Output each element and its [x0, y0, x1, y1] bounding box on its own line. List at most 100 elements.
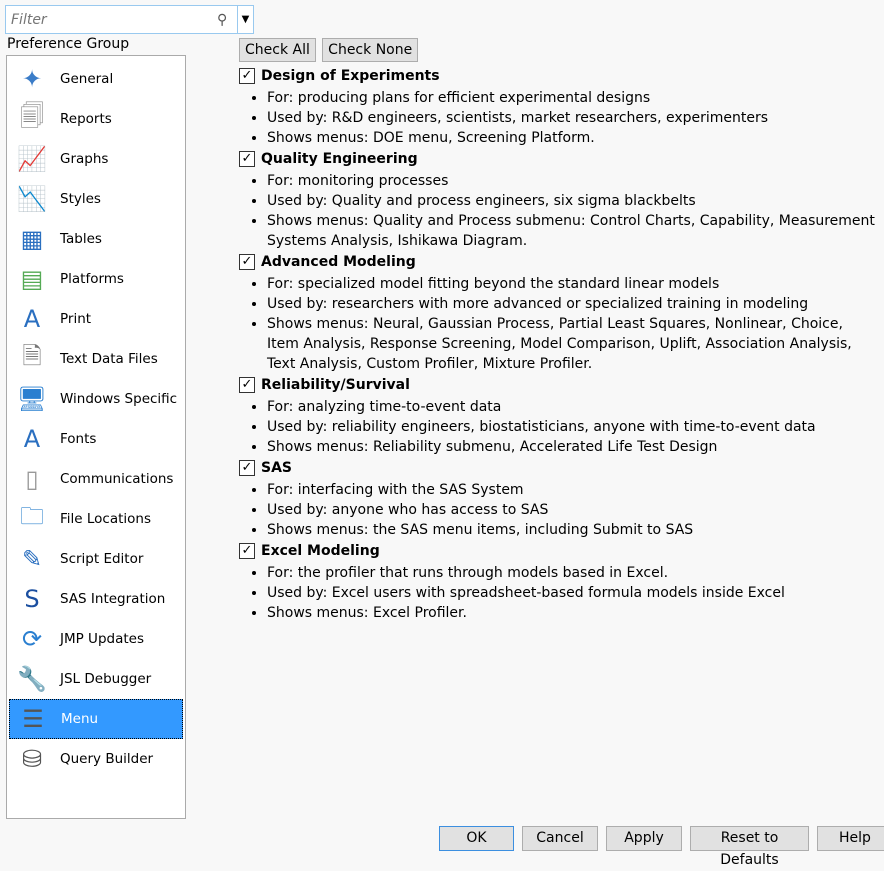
- reliability-survival-checkbox[interactable]: ✓: [239, 377, 255, 393]
- help-button[interactable]: Help: [817, 826, 884, 851]
- section-header: ✓ SAS: [239, 458, 879, 478]
- bullet-item: For: analyzing time-to-event data: [267, 397, 879, 417]
- graphs-icon: 📈: [17, 145, 47, 173]
- sidebar-item-label: Tables: [60, 231, 102, 247]
- sidebar-item-label: Print: [60, 311, 92, 327]
- file-locations-icon: 🗀: [20, 501, 44, 530]
- filter-box: ⚲ ▼: [5, 5, 254, 34]
- section-bullets: For: interfacing with the SAS SystemUsed…: [239, 480, 879, 540]
- sidebar-item-script-editor[interactable]: ✎ Script Editor: [9, 539, 183, 579]
- preference-group-list[interactable]: ✦ General 🗐 Reports 📈 Graphs 📉 Styles ▦ Tables ▤ Pl…: [6, 55, 186, 819]
- communications-icon: ▯: [25, 465, 39, 493]
- fonts-icon: A: [23, 425, 41, 453]
- section-title: Advanced Modeling: [261, 254, 416, 270]
- sidebar-item-label: SAS Integration: [60, 591, 166, 607]
- query-builder-icon: ⛁: [21, 745, 43, 773]
- sidebar-item-fonts[interactable]: A Fonts: [9, 419, 183, 459]
- section-header: ✓ Design of Experiments: [239, 66, 879, 86]
- apply-button[interactable]: Apply: [606, 826, 682, 851]
- sidebar-item-graphs[interactable]: 📈 Graphs: [9, 139, 183, 179]
- section-advanced-modeling: ✓ Advanced Modeling For: specialized model…: [239, 252, 879, 374]
- section-title: SAS: [261, 460, 293, 476]
- sidebar-item-label: Reports: [60, 111, 112, 127]
- section-bullets: For: specialized model fitting beyond th…: [239, 274, 879, 374]
- bullet-item: For: the profiler that runs through mode…: [267, 563, 879, 583]
- bullet-item: For: monitoring processes: [267, 171, 879, 191]
- sidebar-item-tables[interactable]: ▦ Tables: [9, 219, 183, 259]
- quality-engineering-checkbox[interactable]: ✓: [239, 151, 255, 167]
- sidebar-item-general[interactable]: ✦ General: [9, 59, 183, 99]
- design-of-experiments-checkbox[interactable]: ✓: [239, 68, 255, 84]
- sidebar-item-text-data-files[interactable]: 🗎 Text Data Files: [9, 339, 183, 379]
- sidebar-item-sas-integration[interactable]: S SAS Integration: [9, 579, 183, 619]
- sidebar-item-communications[interactable]: ▯ Communications: [9, 459, 183, 499]
- sidebar-item-label: General: [60, 71, 114, 87]
- reports-icon: 🗐: [20, 101, 44, 130]
- bullet-item: For: producing plans for efficient exper…: [267, 88, 879, 108]
- windows-specific-icon: 🖥: [16, 385, 48, 413]
- bullet-item: Shows menus: Neural, Gaussian Process, P…: [267, 314, 879, 374]
- bullet-item: Used by: R&D engineers, scientists, mark…: [267, 108, 879, 128]
- styles-icon: 📉: [17, 185, 47, 213]
- sidebar-item-label: JSL Debugger: [60, 671, 152, 687]
- sidebar-item-jmp-updates[interactable]: ⟳ JMP Updates: [9, 619, 183, 659]
- section-sas: ✓ SAS For: interfacing with the SAS System…: [239, 458, 879, 540]
- bullet-item: Used by: Quality and process engineers, …: [267, 191, 879, 211]
- bullet-item: Shows menus: DOE menu, Screening Platfor…: [267, 128, 879, 148]
- sidebar-item-label: Query Builder: [60, 751, 154, 767]
- dialog-buttons: OK Cancel Apply Reset to Defaults Help: [439, 826, 884, 868]
- platforms-icon: ▤: [20, 265, 44, 293]
- sidebar-item-windows-specific[interactable]: 🖥 Windows Specific: [9, 379, 183, 419]
- sas-integration-icon: S: [24, 585, 40, 613]
- section-bullets: For: producing plans for efficient exper…: [239, 88, 879, 148]
- filter-dropdown-button[interactable]: ▼: [237, 6, 253, 33]
- sas-checkbox[interactable]: ✓: [239, 460, 255, 476]
- bullet-item: Shows menus: the SAS menu items, includi…: [267, 520, 879, 540]
- reset-to-defaults-button[interactable]: Reset to Defaults: [690, 826, 809, 868]
- bullet-item: For: specialized model fitting beyond th…: [267, 274, 879, 294]
- sidebar-item-print[interactable]: A Print: [9, 299, 183, 339]
- advanced-modeling-checkbox[interactable]: ✓: [239, 254, 255, 270]
- sidebar-item-reports[interactable]: 🗐 Reports: [9, 99, 183, 139]
- menu-icon: ☰: [22, 705, 44, 733]
- sidebar-item-query-builder[interactable]: ⛁ Query Builder: [9, 739, 183, 779]
- section-title: Reliability/Survival: [261, 377, 410, 393]
- preference-group-label: Preference Group: [7, 36, 130, 52]
- sidebar-item-file-locations[interactable]: 🗀 File Locations: [9, 499, 183, 539]
- section-header: ✓ Excel Modeling: [239, 541, 879, 561]
- sidebar-item-label: Platforms: [60, 271, 124, 287]
- general-icon: ✦: [21, 65, 43, 93]
- check-all-button[interactable]: Check All: [239, 38, 316, 62]
- filter-input[interactable]: [6, 10, 217, 29]
- search-icon[interactable]: ⚲: [217, 12, 237, 28]
- bullet-item: Shows menus: Excel Profiler.: [267, 603, 879, 623]
- sidebar-item-label: Script Editor: [60, 551, 144, 567]
- section-bullets: For: the profiler that runs through mode…: [239, 563, 879, 623]
- script-editor-icon: ✎: [21, 545, 43, 573]
- ok-button[interactable]: OK: [439, 826, 514, 851]
- bullet-item: Used by: anyone who has access to SAS: [267, 500, 879, 520]
- section-title: Excel Modeling: [261, 543, 380, 559]
- section-header: ✓ Reliability/Survival: [239, 375, 879, 395]
- bullet-item: For: interfacing with the SAS System: [267, 480, 879, 500]
- sidebar-item-jsl-debugger[interactable]: 🔧 JSL Debugger: [9, 659, 183, 699]
- bullet-item: Shows menus: Quality and Process submenu…: [267, 211, 879, 251]
- cancel-button[interactable]: Cancel: [522, 826, 598, 851]
- section-design-of-experiments: ✓ Design of Experiments For: producing pla…: [239, 66, 879, 148]
- sidebar-item-menu[interactable]: ☰ Menu: [9, 699, 183, 739]
- excel-modeling-checkbox[interactable]: ✓: [239, 543, 255, 559]
- section-title: Quality Engineering: [261, 151, 418, 167]
- check-none-button[interactable]: Check None: [322, 38, 419, 62]
- text-data-files-icon: 🗎: [22, 341, 42, 370]
- section-title: Design of Experiments: [261, 68, 440, 84]
- section-reliability-survival: ✓ Reliability/Survival For: analyzing time…: [239, 375, 879, 457]
- section-bullets: For: analyzing time-to-event dataUsed by…: [239, 397, 879, 457]
- section-bullets: For: monitoring processesUsed by: Qualit…: [239, 171, 879, 251]
- sidebar-item-label: Text Data Files: [60, 351, 158, 367]
- sidebar-item-label: Styles: [60, 191, 101, 207]
- section-header: ✓ Quality Engineering: [239, 149, 879, 169]
- sidebar-item-styles[interactable]: 📉 Styles: [9, 179, 183, 219]
- sidebar-item-platforms[interactable]: ▤ Platforms: [9, 259, 183, 299]
- section-quality-engineering: ✓ Quality Engineering For: monitoring proc…: [239, 149, 879, 251]
- tables-icon: ▦: [20, 225, 44, 253]
